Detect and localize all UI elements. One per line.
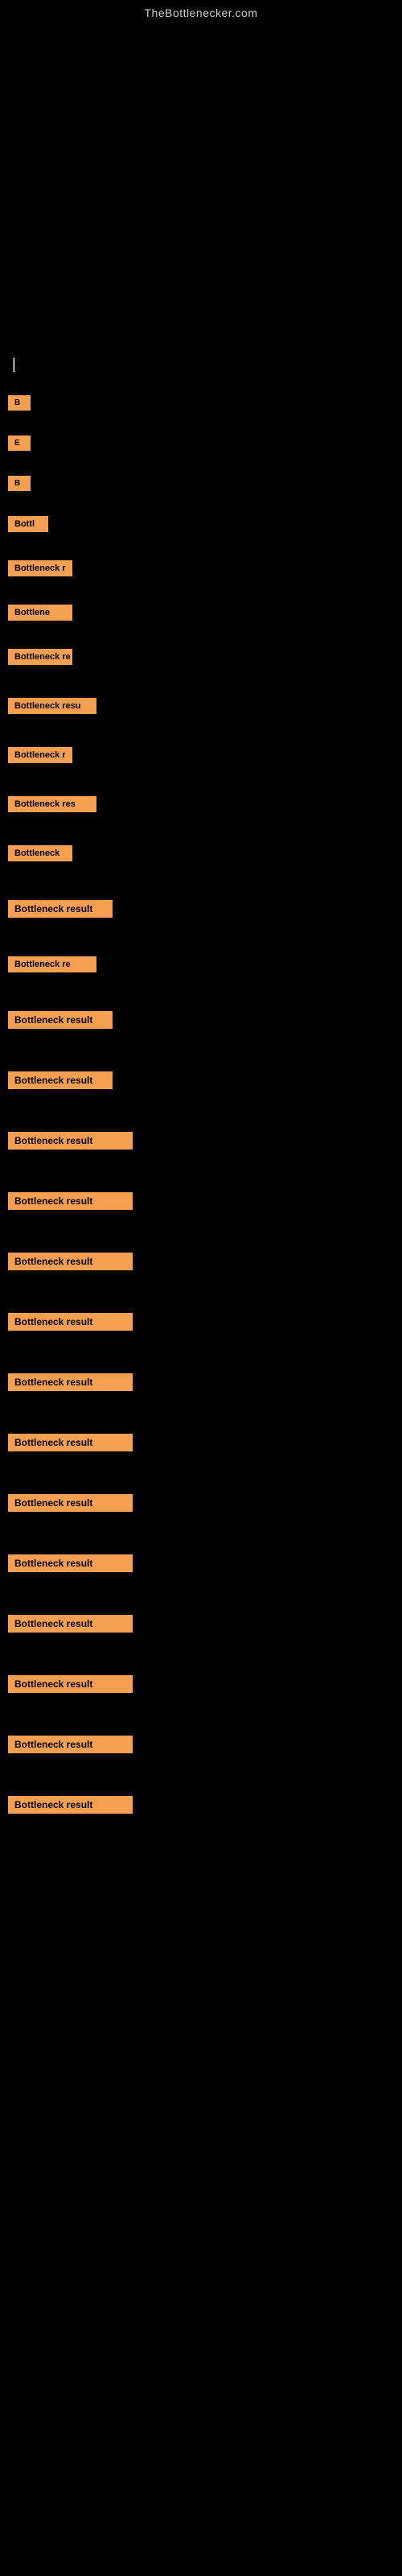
result-label: Bottleneck res — [8, 796, 96, 812]
result-label: Bottleneck result — [8, 1675, 133, 1693]
result-item: Bottleneck result — [0, 1427, 402, 1462]
result-item: Bottleneck result — [0, 1005, 402, 1039]
result-label: B — [8, 395, 31, 411]
result-item: B — [0, 469, 402, 502]
result-label: Bottlene — [8, 605, 72, 621]
result-label: Bottleneck re — [8, 956, 96, 972]
results-list: B E B Bottl Bottleneck r Bottlene Bottleneck r… — [0, 389, 402, 1850]
result-item: Bottleneck result — [0, 1307, 402, 1341]
result-item: Bottleneck result — [0, 1608, 402, 1643]
result-label: Bottleneck result — [8, 1253, 133, 1270]
result-item: E — [0, 429, 402, 461]
result-label: Bottleneck — [8, 845, 72, 861]
result-item: Bottl — [0, 510, 402, 543]
result-label: Bottleneck result — [8, 1434, 133, 1451]
result-item: B — [0, 389, 402, 421]
result-item: Bottleneck result — [0, 894, 402, 928]
result-label: Bottleneck result — [8, 1192, 133, 1210]
result-item: Bottleneck result — [0, 1488, 402, 1522]
result-label: Bottleneck result — [8, 1071, 113, 1089]
result-label: E — [8, 436, 31, 451]
result-item: Bottleneck result — [0, 1125, 402, 1160]
result-item: Bottleneck r — [0, 554, 402, 587]
result-label: Bottleneck result — [8, 1132, 133, 1150]
result-label: Bottleneck result — [8, 1494, 133, 1512]
result-label: Bottleneck result — [8, 1373, 133, 1391]
result-label: Bottleneck result — [8, 900, 113, 918]
result-item: Bottleneck — [0, 839, 402, 872]
site-title: TheBottlenecker.com — [0, 0, 402, 26]
result-item: Bottleneck resu — [0, 691, 402, 724]
result-label: Bottleneck result — [8, 1736, 133, 1753]
chart-area — [0, 26, 402, 332]
result-item: Bottleneck result — [0, 1790, 402, 1824]
result-label: Bottleneck result — [8, 1313, 133, 1331]
result-label: B — [8, 476, 31, 491]
result-item: Bottleneck r — [0, 741, 402, 774]
result-label: Bottleneck r — [8, 560, 72, 576]
result-label: Bottleneck r — [8, 747, 72, 763]
cursor-indicator: | — [0, 348, 402, 377]
result-item: Bottleneck result — [0, 1186, 402, 1220]
result-item: Bottleneck result — [0, 1729, 402, 1764]
result-item: Bottleneck result — [0, 1246, 402, 1281]
result-item: Bottleneck re — [0, 642, 402, 675]
result-label: Bottleneck re — [8, 649, 72, 665]
result-item: Bottleneck re — [0, 950, 402, 983]
result-item: Bottleneck result — [0, 1367, 402, 1402]
result-item: Bottlene — [0, 598, 402, 631]
result-item: Bottleneck result — [0, 1548, 402, 1583]
result-label: Bottl — [8, 516, 48, 532]
result-section: | B E B Bottl Bottleneck r Bottlene Bottleneck… — [0, 332, 402, 1850]
result-label: Bottleneck result — [8, 1554, 133, 1572]
result-label: Bottleneck result — [8, 1796, 133, 1814]
result-item: Bottleneck res — [0, 790, 402, 823]
result-label: Bottleneck result — [8, 1011, 113, 1029]
result-label: Bottleneck resu — [8, 698, 96, 714]
result-label: Bottleneck result — [8, 1615, 133, 1633]
result-item: Bottleneck result — [0, 1065, 402, 1100]
result-item: Bottleneck result — [0, 1669, 402, 1703]
site-title-bar: TheBottlenecker.com — [0, 0, 402, 26]
